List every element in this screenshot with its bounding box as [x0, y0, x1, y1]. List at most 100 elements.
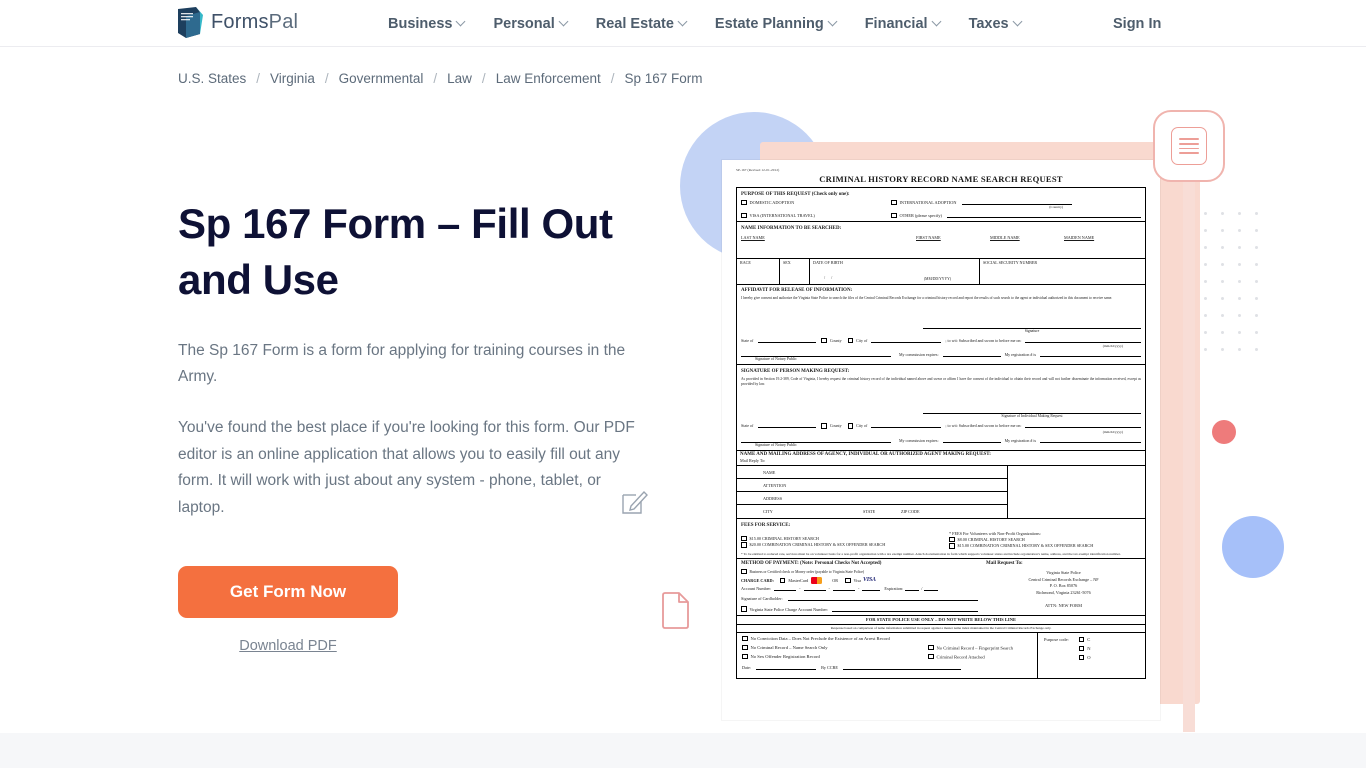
breadcrumb-separator: / [256, 71, 261, 86]
breadcrumb-item-us-states[interactable]: U.S. States [178, 71, 246, 86]
hero-paragraph-2: You've found the best place if you're lo… [178, 419, 635, 516]
affidavit-date-format: (mm/dd/yyyy) [1102, 344, 1123, 349]
nav-item-business[interactable]: Business [388, 0, 479, 47]
form-preview-document[interactable]: SP-167 (Revised 12-01-2012) CRIMINAL HIS… [722, 160, 1160, 720]
bottom-band [0, 733, 1366, 768]
sign-in-link[interactable]: Sign In [1113, 0, 1161, 47]
purpose-row-1: DOMESTIC ADOPTION INTERNATIONAL ADOPTION [741, 199, 1141, 205]
checkbox-fee-volunteer-criminal-history[interactable] [949, 536, 955, 542]
visa-icon: VISA [862, 577, 876, 584]
form-section-purpose: PURPOSE OF THIS REQUEST (Check only one)… [736, 187, 1146, 223]
vsp-account-label: Virginia State Police Charge Account Num… [749, 606, 829, 612]
field-sex: SEX [779, 258, 809, 284]
page-root: FormsPal Business Personal Real Estate E… [0, 0, 1366, 768]
checkbox-county[interactable] [821, 337, 827, 344]
document-lines-badge-icon [1153, 110, 1225, 182]
nav-label: Personal [493, 15, 555, 32]
mailing-row-attention: ATTENTION [737, 479, 1007, 492]
breadcrumb-item-virginia[interactable]: Virginia [270, 71, 315, 86]
checkbox-business-check[interactable] [741, 568, 747, 575]
checkbox-mastercard[interactable] [779, 577, 786, 584]
checkbox-no-conviction-data[interactable] [742, 635, 748, 642]
mailing-state-label: STATE [863, 509, 876, 514]
signature-date-format: (mm/dd/yyyy) [1102, 429, 1123, 434]
mail-request-address: Virginia State Police Central Criminal R… [986, 570, 1141, 596]
checkbox-no-criminal-record-fingerprint[interactable] [928, 644, 934, 651]
breadcrumb-item-law[interactable]: Law [447, 71, 472, 86]
breadcrumb-item-governmental[interactable]: Governmental [339, 71, 424, 86]
checkbox-other[interactable] [891, 212, 897, 219]
form-section-mailing: NAME AND MAILING ADDRESS OF AGENCY, INDI… [736, 450, 1146, 519]
purpose-option-label: INTERNATIONAL ADOPTION [899, 199, 957, 205]
nav-label: Real Estate [595, 15, 674, 32]
affidavit-state-of: State of [741, 337, 754, 343]
mailing-reply-to: Mail Reply To: [740, 458, 766, 463]
form-section-fees: FEES FOR SERVICE: $15.00 CRIMINAL HISTOR… [736, 519, 1146, 560]
logo[interactable]: FormsPal [176, 6, 298, 39]
nav-item-taxes[interactable]: Taxes [955, 0, 1036, 47]
document-outline-icon [660, 592, 690, 630]
checkbox-purpose-code-o[interactable] [1078, 654, 1085, 661]
checkbox-purpose-code-c[interactable] [1078, 636, 1085, 643]
chevron-down-icon [679, 18, 687, 26]
decor-dot-grid [1204, 212, 1262, 354]
form-section-signature-person: SIGNATURE OF PERSON MAKING REQUEST: As p… [736, 365, 1146, 451]
checkbox-city[interactable] [847, 337, 854, 344]
fee-option-label: $8.00 CRIMINAL HISTORY SEARCH [957, 536, 1025, 542]
download-pdf-link[interactable]: Download PDF [178, 638, 398, 654]
purpose-country-label: (Country) [1049, 205, 1063, 209]
field-race: RACE [740, 260, 751, 266]
chevron-down-icon [933, 18, 941, 26]
purpose-code-value: O [1087, 655, 1091, 661]
purpose-code-options: C N O [1078, 636, 1091, 674]
site-header: FormsPal Business Personal Real Estate E… [0, 0, 1366, 47]
get-form-now-button[interactable]: Get Form Now [178, 565, 398, 618]
checkbox-no-criminal-record-name[interactable] [742, 644, 748, 651]
main-navigation: Business Personal Real Estate Estate Pla… [388, 0, 1036, 47]
chevron-down-icon [829, 18, 837, 26]
checkbox-international-adoption[interactable] [891, 199, 897, 205]
checkbox-domestic-adoption[interactable] [741, 199, 747, 205]
breadcrumb-item-current: Sp 167 Form [624, 71, 703, 86]
or-label: OR [832, 577, 839, 583]
checkbox-vsp-charge-account[interactable] [741, 606, 747, 612]
nav-label: Financial [864, 15, 928, 32]
decor-pink-bar [1183, 150, 1195, 732]
checkbox-visa[interactable] [845, 577, 851, 584]
mailing-city-label: CITY [763, 509, 773, 514]
checkbox-fee-criminal-history[interactable] [741, 535, 747, 541]
purpose-code-value: C [1087, 637, 1091, 643]
mailing-table: NAME ATTENTION ADDRESS CITY STATE ZIP CO… [737, 465, 1145, 518]
police-check-label: No Criminal Record – Fingerprint Search [936, 645, 1013, 651]
checkbox-visa-international-travel[interactable] [741, 212, 747, 219]
payment-business-option: Business or Certified check or Money ord… [749, 569, 865, 574]
formspal-logo-icon [176, 6, 204, 39]
checkbox-no-sex-offender[interactable] [742, 653, 748, 660]
payment-heading: METHOD OF PAYMENT: (Note: Personal Check… [741, 561, 882, 567]
checkbox-purpose-code-n[interactable] [1078, 645, 1085, 652]
form-title: CRIMINAL HISTORY RECORD NAME SEARCH REQU… [819, 174, 1063, 184]
checkbox-criminal-record-attached[interactable] [928, 653, 934, 660]
checkbox-fee-volunteer-combination[interactable] [949, 543, 955, 549]
nav-item-estate-planning[interactable]: Estate Planning [701, 0, 851, 47]
chevron-down-icon [560, 18, 568, 26]
checkbox-city-2[interactable] [847, 423, 854, 429]
fees-footnote: * To be entitled to reduced rate, servic… [741, 551, 1121, 556]
field-ssn: SOCIAL SECURITY NUMBER [979, 258, 1145, 284]
fee-option-label: $20.00 COMBINATION CRIMINAL HISTORY & SE… [749, 542, 886, 548]
mailing-row-city: CITY STATE ZIP CODE [737, 505, 1007, 518]
affidavit-signature-label: Signature [1024, 328, 1040, 333]
chevron-down-icon [1014, 18, 1022, 26]
nav-item-real-estate[interactable]: Real Estate [582, 0, 701, 47]
nav-label: Business [388, 15, 453, 32]
form-header-area: SP-167 (Revised 12-01-2012) CRIMINAL HIS… [722, 160, 1160, 184]
badge-lines [1171, 127, 1207, 165]
form-section-demographics: RACE SEX DATE OF BIRTH / / (MM/DD/YYYY) … [736, 258, 1146, 285]
breadcrumb-item-law-enforcement[interactable]: Law Enforcement [496, 71, 601, 86]
expiration-label: Expiration: [884, 586, 904, 592]
signature-city-of: City of [856, 423, 868, 429]
nav-item-personal[interactable]: Personal [479, 0, 581, 47]
checkbox-county-2[interactable] [821, 423, 827, 429]
nav-item-financial[interactable]: Financial [851, 0, 955, 47]
checkbox-fee-combination[interactable] [741, 542, 747, 548]
